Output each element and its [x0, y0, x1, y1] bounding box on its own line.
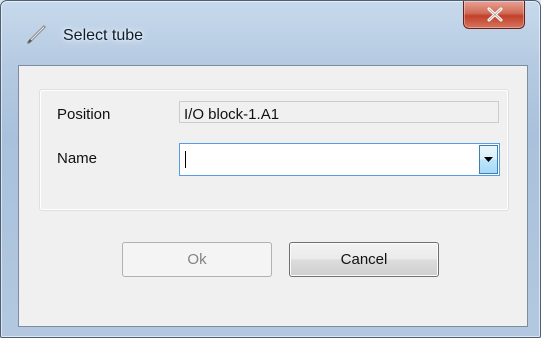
title-bar[interactable]: Select tube [1, 1, 540, 64]
position-label: Position [57, 106, 111, 123]
cancel-button[interactable]: Cancel [289, 242, 439, 277]
name-label: Name [57, 150, 98, 167]
close-button[interactable] [463, 1, 525, 29]
position-value: I/O block-1.A1 [184, 106, 280, 123]
ok-button[interactable]: Ok [122, 242, 272, 277]
pencil-icon [25, 22, 49, 46]
name-dropdown-button[interactable] [479, 145, 498, 174]
chevron-down-icon [484, 157, 493, 162]
name-combobox[interactable] [179, 143, 500, 176]
close-x-icon [487, 7, 503, 22]
dialog-window: Select tube Position I/O block-1.A1 Name… [0, 0, 541, 338]
dialog-body: Position I/O block-1.A1 Name Ok Cancel [18, 65, 528, 327]
window-title: Select tube [63, 27, 144, 44]
text-caret [185, 151, 186, 168]
